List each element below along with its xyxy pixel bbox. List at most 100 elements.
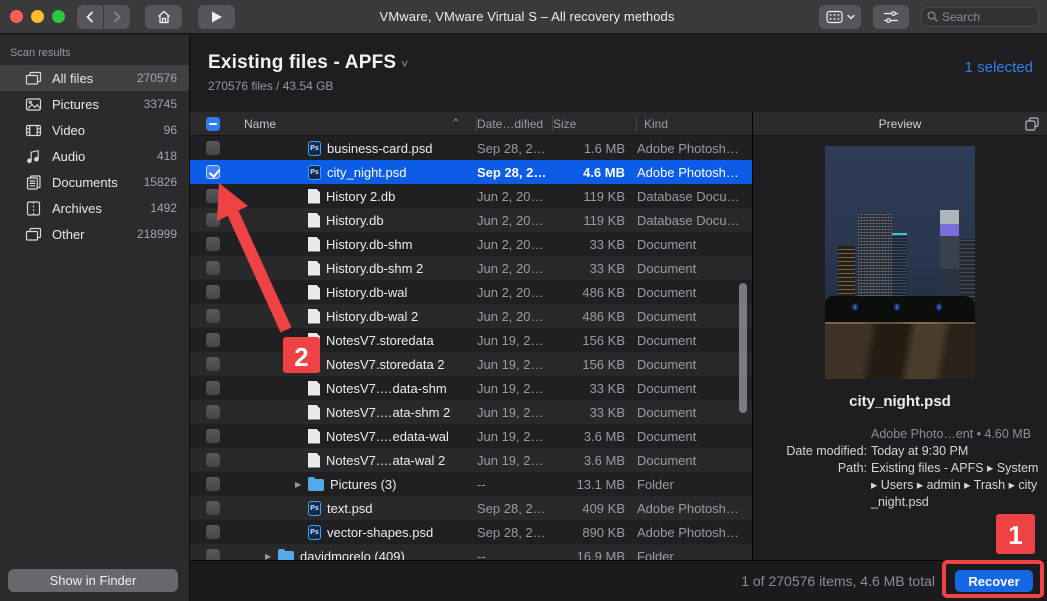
file-size: 156 KB	[553, 333, 637, 348]
table-row[interactable]: ▶ History.db-shm 2 Jun 2, 20… 33 KB Docu…	[190, 256, 752, 280]
file-size: 409 KB	[553, 501, 637, 516]
file-size: 890 KB	[553, 525, 637, 540]
row-checkbox[interactable]	[206, 549, 220, 560]
file-size: 119 KB	[553, 189, 637, 204]
sidebar-item-other[interactable]: Other 218999	[0, 221, 189, 247]
sidebar-item-archives[interactable]: Archives 1492	[0, 195, 189, 221]
preview-image	[825, 146, 975, 379]
file-size: 33 KB	[553, 405, 637, 420]
show-in-finder-button[interactable]: Show in Finder	[8, 569, 178, 592]
resume-scan-button[interactable]	[198, 5, 235, 29]
row-checkbox[interactable]	[206, 237, 220, 251]
table-row[interactable]: ▶ NotesV7.storedata Jun 19, 2… 156 KB Do…	[190, 328, 752, 352]
file-name: NotesV7.…data-shm	[326, 381, 447, 396]
sidebar-item-count: 218999	[137, 227, 177, 241]
search-field[interactable]	[921, 7, 1039, 27]
sidebar-item-count: 1492	[150, 201, 177, 215]
row-checkbox[interactable]	[206, 141, 220, 155]
file-date-modified: Jun 2, 20…	[477, 237, 553, 252]
table-row[interactable]: ▶ Ps vector-shapes.psd Sep 28, 2… 890 KB…	[190, 520, 752, 544]
row-checkbox[interactable]	[206, 453, 220, 467]
table-row[interactable]: ▶ Pictures (3) -- 13.1 MB Folder	[190, 472, 752, 496]
row-checkbox[interactable]	[206, 333, 220, 347]
column-header-name[interactable]: Name ⌃	[230, 116, 477, 132]
table-scrollbar[interactable]	[739, 283, 747, 413]
row-checkbox[interactable]	[206, 429, 220, 443]
search-input[interactable]	[942, 10, 1033, 24]
sidebar-item-label: Archives	[52, 201, 102, 216]
sidebar-item-audio[interactable]: Audio 418	[0, 143, 189, 169]
table-row[interactable]: ▶ Ps city_night.psd Sep 28, 2… 4.6 MB Ad…	[190, 160, 752, 184]
row-checkbox[interactable]	[206, 501, 220, 515]
row-checkbox[interactable]	[206, 189, 220, 203]
table-row[interactable]: ▶ Ps text.psd Sep 28, 2… 409 KB Adobe Ph…	[190, 496, 752, 520]
row-checkbox[interactable]	[206, 477, 220, 491]
file-name: History.db	[326, 213, 384, 228]
row-checkbox[interactable]	[206, 405, 220, 419]
filter-button[interactable]	[873, 5, 909, 29]
row-checkbox[interactable]	[206, 525, 220, 539]
file-date-modified: Jun 2, 20…	[477, 261, 553, 276]
doc-file-icon	[308, 357, 320, 372]
row-checkbox[interactable]	[206, 381, 220, 395]
column-header-kind[interactable]: Kind	[637, 117, 752, 131]
doc-file-icon	[308, 309, 320, 324]
home-icon	[156, 9, 172, 25]
disclosure-triangle-icon[interactable]: ▶	[265, 552, 278, 561]
file-date-modified: Jun 19, 2…	[477, 429, 553, 444]
table-row[interactable]: ▶ Ps business-card.psd Sep 28, 2… 1.6 MB…	[190, 136, 752, 160]
file-date-modified: Jun 2, 20…	[477, 285, 553, 300]
folder-file-icon	[278, 551, 294, 560]
view-options-button[interactable]	[819, 5, 861, 29]
row-checkbox[interactable]	[206, 213, 220, 227]
table-row[interactable]: ▶ History.db Jun 2, 20… 119 KB Database …	[190, 208, 752, 232]
file-name: NotesV7.…edata-wal	[326, 429, 449, 444]
list-view-icon	[826, 10, 843, 24]
path-label: Path:	[753, 460, 867, 511]
row-checkbox[interactable]	[206, 357, 220, 371]
table-row[interactable]: ▶ History.db-wal Jun 2, 20… 486 KB Docum…	[190, 280, 752, 304]
recover-button[interactable]: Recover	[955, 570, 1033, 592]
back-button[interactable]	[77, 5, 103, 29]
table-row[interactable]: ▶ NotesV7.…ata-wal 2 Jun 19, 2… 3.6 MB D…	[190, 448, 752, 472]
sidebar-item-documents[interactable]: Documents 15826	[0, 169, 189, 195]
sidebar-item-all-files[interactable]: All files 270576	[0, 65, 189, 91]
table-row[interactable]: ▶ History.db-wal 2 Jun 2, 20… 486 KB Doc…	[190, 304, 752, 328]
file-kind: Document	[637, 309, 752, 324]
row-checkbox[interactable]	[206, 165, 220, 179]
column-header-size[interactable]: Size	[553, 116, 637, 132]
column-header-date[interactable]: Date…dified	[477, 116, 553, 132]
table-row[interactable]: ▶ NotesV7.…ata-shm 2 Jun 19, 2… 33 KB Do…	[190, 400, 752, 424]
table-row[interactable]: ▶ NotesV7.…edata-wal Jun 19, 2… 3.6 MB D…	[190, 424, 752, 448]
pictures-icon	[24, 95, 42, 113]
select-all-checkbox[interactable]	[206, 117, 220, 131]
sidebar-item-label: Pictures	[52, 97, 99, 112]
search-icon	[927, 11, 938, 22]
open-preview-window-icon[interactable]	[1025, 117, 1039, 131]
close-window-button[interactable]	[10, 10, 23, 23]
table-row[interactable]: ▶ NotesV7.storedata 2 Jun 19, 2… 156 KB …	[190, 352, 752, 376]
sidebar-item-pictures[interactable]: Pictures 33745	[0, 91, 189, 117]
zoom-window-button[interactable]	[52, 10, 65, 23]
doc-file-icon	[308, 261, 320, 276]
file-name: Pictures (3)	[330, 477, 396, 492]
table-row[interactable]: ▶ NotesV7.…data-shm Jun 19, 2… 33 KB Doc…	[190, 376, 752, 400]
disclosure-triangle-icon[interactable]: ▶	[295, 480, 308, 489]
sidebar-item-count: 33745	[144, 97, 177, 111]
doc-file-icon	[308, 189, 320, 204]
session-dropdown-chevron-icon[interactable]: ˅	[401, 57, 408, 71]
minimize-window-button[interactable]	[31, 10, 44, 23]
sidebar-item-video[interactable]: Video 96	[0, 117, 189, 143]
table-row[interactable]: ▶ History.db-shm Jun 2, 20… 33 KB Docume…	[190, 232, 752, 256]
home-button[interactable]	[145, 5, 182, 29]
row-checkbox[interactable]	[206, 309, 220, 323]
archives-icon	[24, 199, 42, 217]
row-checkbox[interactable]	[206, 261, 220, 275]
forward-button[interactable]	[104, 5, 130, 29]
table-row[interactable]: ▶ History 2.db Jun 2, 20… 119 KB Databas…	[190, 184, 752, 208]
chevron-down-icon	[847, 14, 855, 20]
file-date-modified: --	[477, 549, 553, 561]
table-row[interactable]: ▶ davidmorelo (409) -- 16.9 MB Folder	[190, 544, 752, 560]
row-checkbox[interactable]	[206, 285, 220, 299]
file-date-modified: Jun 2, 20…	[477, 213, 553, 228]
